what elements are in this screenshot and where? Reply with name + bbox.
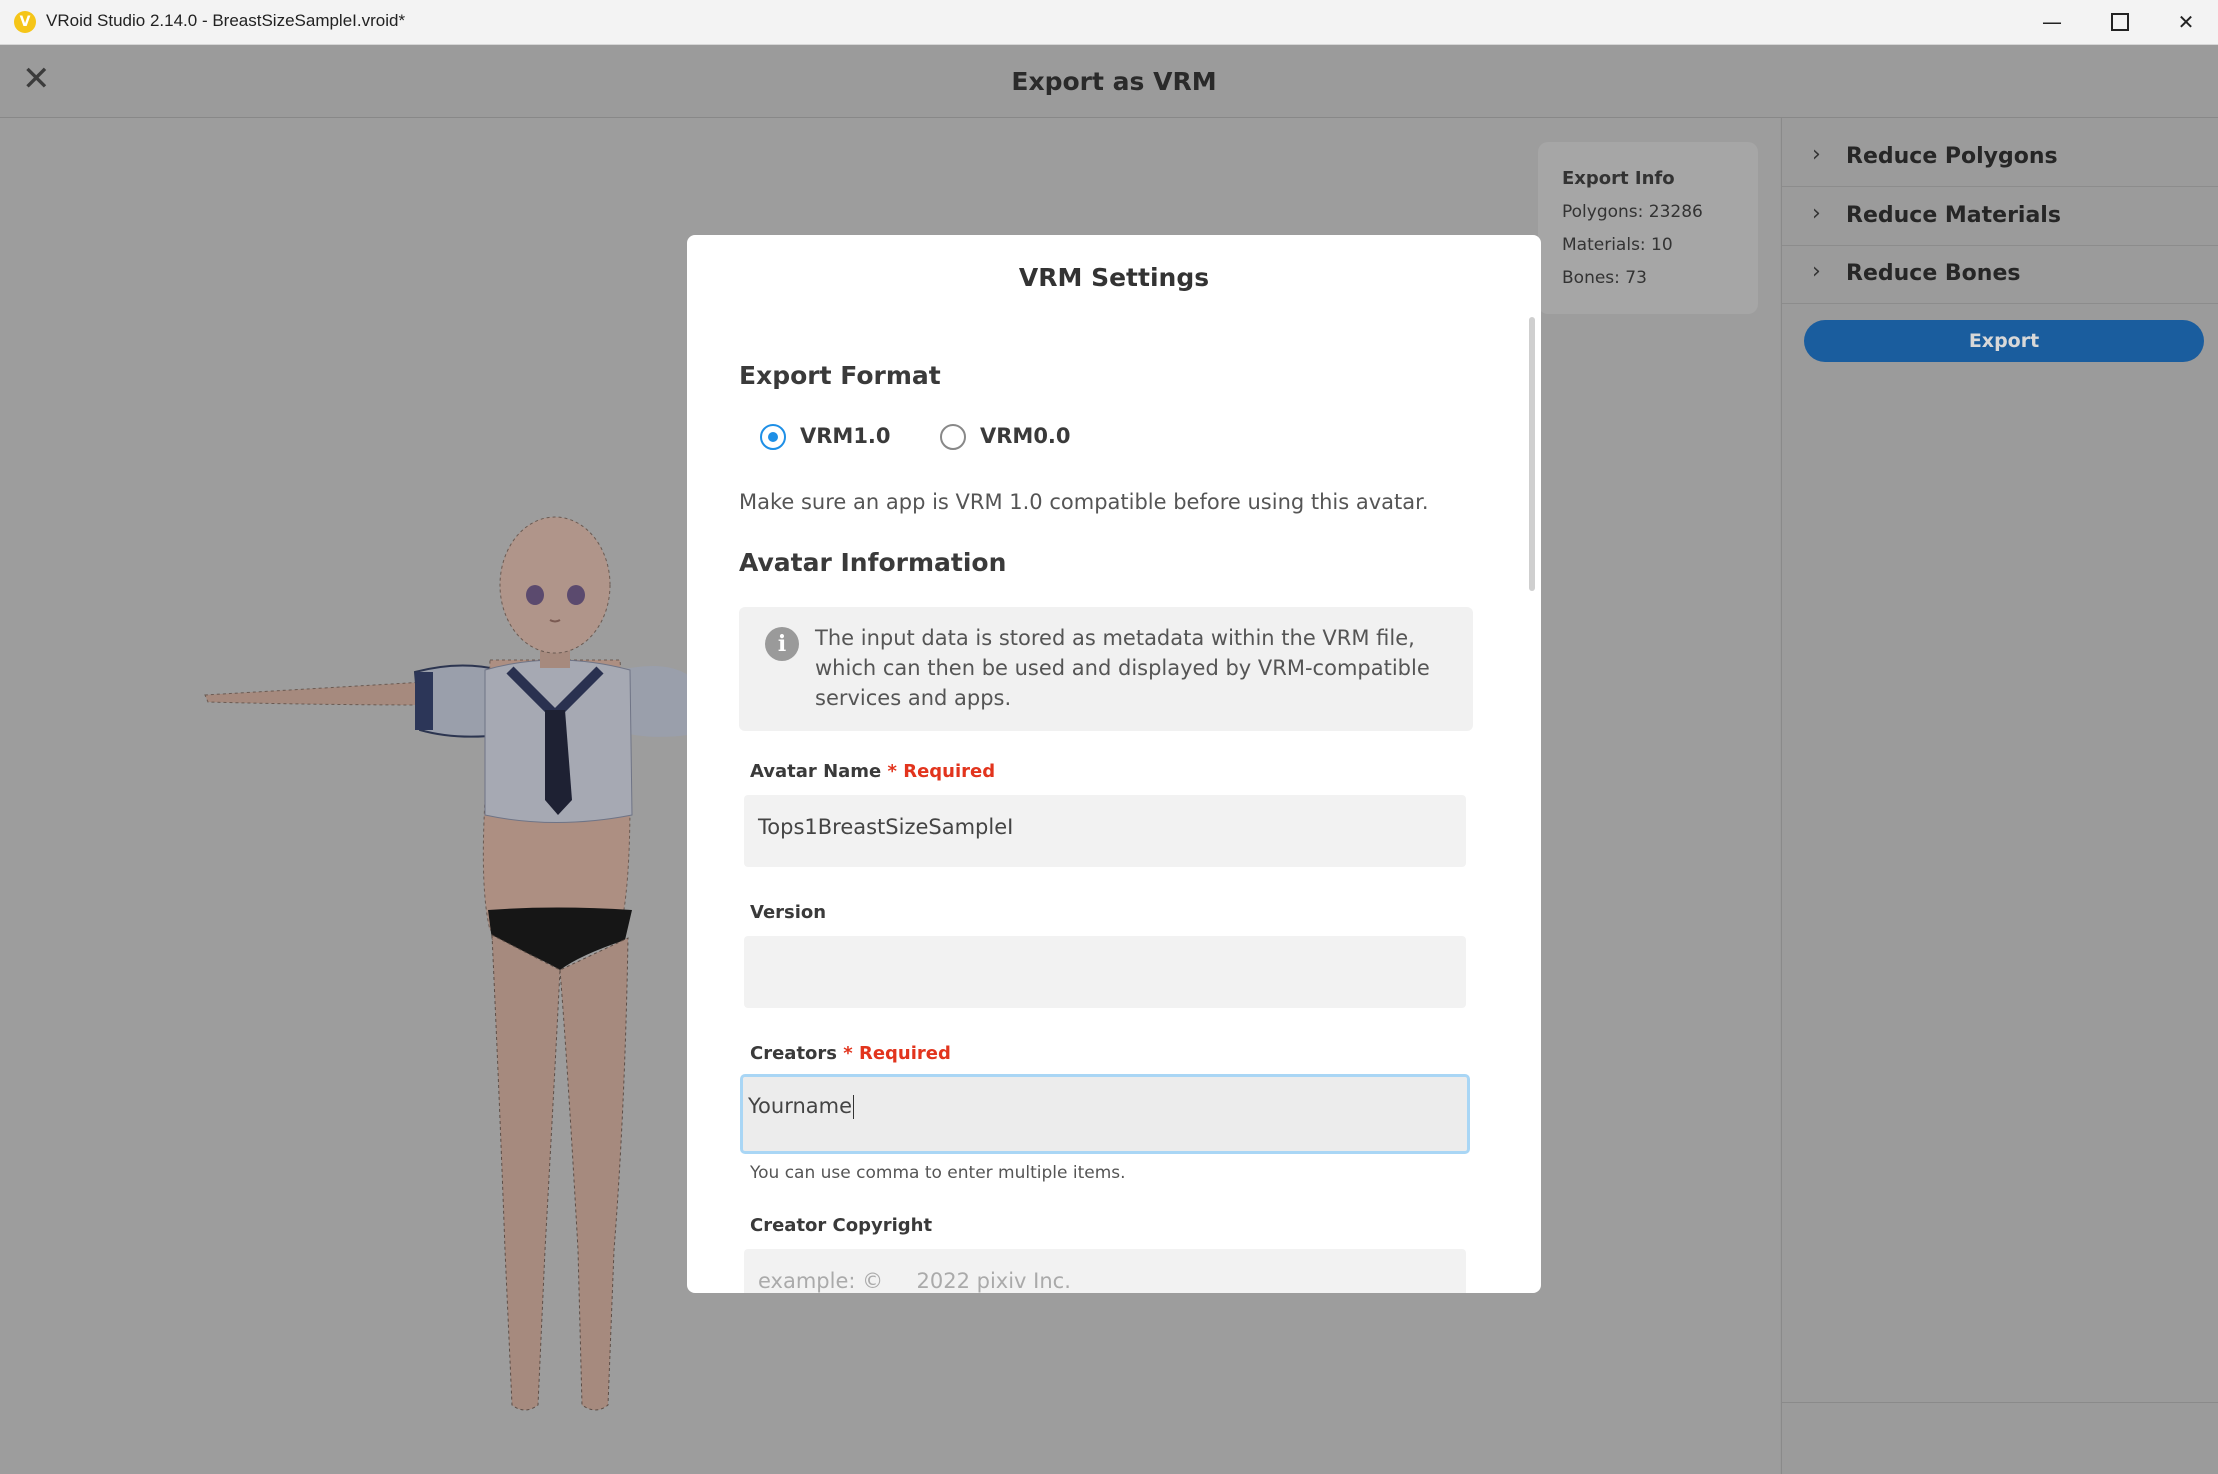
required-marker: * Required <box>887 761 996 782</box>
page-title: Export as VRM <box>1011 67 1217 96</box>
creators-hint: You can use comma to enter multiple item… <box>750 1163 1126 1183</box>
required-marker: * Required <box>843 1043 951 1064</box>
window-close-button[interactable]: ✕ <box>2152 0 2218 44</box>
dialog-scrollbar[interactable] <box>1529 317 1535 591</box>
text-caret <box>853 1095 855 1119</box>
page-header: ✕ Export as VRM <box>0 45 2218 118</box>
creators-label-text: Creators <box>750 1043 838 1064</box>
vroid-logo-icon: V <box>14 11 36 33</box>
reduce-polygons-item[interactable]: › Reduce Polygons <box>1782 128 2218 187</box>
creators-label: Creators * Required <box>750 1043 951 1064</box>
reduce-bones-label: Reduce Bones <box>1846 261 2021 286</box>
avatar-model-preview <box>204 516 690 1411</box>
avatar-name-label: Avatar Name * Required <box>750 761 995 782</box>
chevron-right-icon: › <box>1812 259 1821 284</box>
reduce-materials-item[interactable]: › Reduce Materials <box>1782 187 2218 246</box>
export-info-card: Export Info Polygons: 23286 Materials: 1… <box>1538 142 1758 314</box>
panel-divider <box>1782 1402 2218 1403</box>
creator-copyright-label: Creator Copyright <box>750 1215 933 1236</box>
creators-value: Yourname <box>748 1094 853 1118</box>
dialog-title: VRM Settings <box>1018 263 1210 292</box>
version-label: Version <box>750 902 827 923</box>
info-icon: i <box>765 627 799 661</box>
version-input[interactable] <box>744 936 1466 1008</box>
radio-vrm10-label: VRM1.0 <box>800 424 891 448</box>
bone-count: Bones: 73 <box>1562 268 1647 288</box>
chevron-right-icon: › <box>1812 201 1821 226</box>
creators-input[interactable]: Yourname <box>740 1074 1470 1154</box>
window-title: VRoid Studio 2.14.0 - BreastSizeSampleI.… <box>46 11 406 30</box>
avatar-name-input[interactable]: Tops1BreastSizeSampleI <box>744 795 1466 867</box>
export-format-heading: Export Format <box>739 361 941 390</box>
creator-copyright-input[interactable]: example: © 2022 pixiv Inc. <box>744 1249 1466 1293</box>
maximize-button[interactable] <box>2086 0 2154 44</box>
creator-copyright-placeholder: example: © 2022 pixiv Inc. <box>758 1269 1071 1293</box>
material-count: Materials: 10 <box>1562 235 1673 255</box>
compatibility-note: Make sure an app is VRM 1.0 compatible b… <box>739 490 1429 514</box>
vrm-settings-dialog: VRM Settings Export Format VRM1.0 VRM0.0… <box>687 235 1541 1293</box>
info-text: The input data is stored as metadata wit… <box>815 626 1430 710</box>
info-box: i The input data is stored as metadata w… <box>739 607 1473 731</box>
avatar-name-label-text: Avatar Name <box>750 761 882 782</box>
reduce-bones-item[interactable]: › Reduce Bones <box>1782 245 2218 304</box>
avatar-name-value: Tops1BreastSizeSampleI <box>758 815 1014 839</box>
radio-vrm00-label: VRM0.0 <box>980 424 1071 448</box>
radio-unselected-icon <box>940 424 966 450</box>
export-button[interactable]: Export <box>1804 320 2204 362</box>
creators-value-wrap: Yourname <box>748 1094 855 1119</box>
window-title-bar: V VRoid Studio 2.14.0 - BreastSizeSample… <box>0 0 2218 45</box>
maximize-icon <box>2111 12 2129 31</box>
polygon-count: Polygons: 23286 <box>1562 202 1703 222</box>
radio-selected-icon <box>760 424 786 450</box>
minimize-button[interactable]: — <box>2018 0 2086 44</box>
export-info-title: Export Info <box>1562 168 1675 189</box>
avatar-information-heading: Avatar Information <box>739 548 1007 577</box>
chevron-right-icon: › <box>1812 142 1821 167</box>
reduce-polygons-label: Reduce Polygons <box>1846 144 2058 169</box>
reduce-materials-label: Reduce Materials <box>1846 203 2061 228</box>
